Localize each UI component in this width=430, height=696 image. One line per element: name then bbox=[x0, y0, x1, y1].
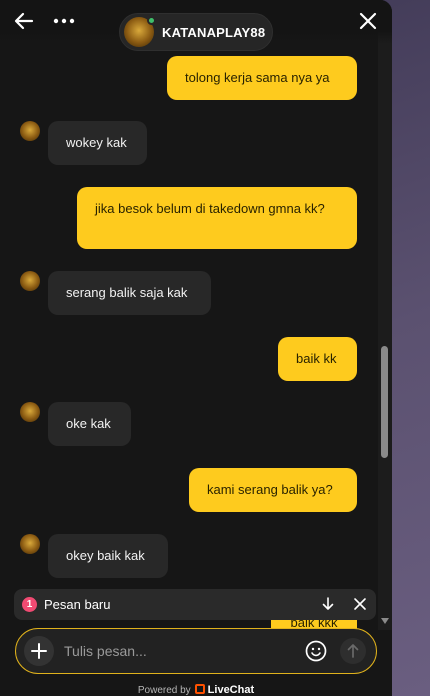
message-text: tolong kerja sama nya ya bbox=[185, 70, 330, 85]
add-attachment-button[interactable] bbox=[24, 636, 54, 666]
message-text: baik kk bbox=[296, 351, 337, 366]
close-icon[interactable] bbox=[356, 9, 380, 33]
agent-avatar bbox=[20, 271, 40, 291]
message-input[interactable] bbox=[64, 639, 294, 663]
message-text: serang balik saja kak bbox=[66, 285, 188, 300]
message-text: wokey kak bbox=[66, 135, 127, 150]
new-message-toast[interactable]: 1 Pesan baru bbox=[14, 589, 376, 620]
visitor-message: tolong kerja sama nya ya bbox=[167, 56, 357, 100]
visitor-message: jika besok belum di takedown gmna kk? bbox=[77, 187, 357, 249]
arrow-left-icon[interactable] bbox=[12, 9, 36, 33]
message-composer bbox=[15, 628, 377, 674]
livechat-logo-icon bbox=[194, 684, 205, 694]
visitor-message: baik kk bbox=[278, 337, 357, 381]
agent-info[interactable]: KATANAPLAY88 bbox=[119, 13, 273, 51]
close-icon[interactable] bbox=[352, 596, 368, 612]
arrow-up-icon bbox=[347, 644, 359, 658]
plus-icon bbox=[31, 643, 47, 659]
message-text: jika besok belum di takedown gmna kk? bbox=[95, 201, 325, 216]
message-text: oke kak bbox=[66, 416, 111, 431]
arrow-down-icon[interactable] bbox=[320, 596, 336, 612]
livechat-brand[interactable]: LiveChat bbox=[208, 684, 254, 696]
online-status-dot bbox=[147, 16, 156, 25]
agent-message: okey baik kak bbox=[48, 534, 168, 578]
agent-avatar bbox=[20, 121, 40, 141]
message-text: kami serang balik ya? bbox=[207, 482, 333, 497]
agent-avatar bbox=[20, 534, 40, 554]
visitor-message: kami serang balik ya? bbox=[189, 468, 357, 512]
emoji-icon[interactable] bbox=[304, 639, 328, 663]
chat-header: KATANAPLAY88 bbox=[0, 0, 392, 51]
unread-count-badge: 1 bbox=[22, 597, 37, 612]
agent-avatar bbox=[20, 402, 40, 422]
chat-widget: tolong kerja sama nya ya wokey kak jika … bbox=[0, 0, 392, 696]
message-text: okey baik kak bbox=[66, 548, 145, 563]
avatar bbox=[124, 16, 156, 47]
agent-message: serang balik saja kak bbox=[48, 271, 211, 315]
message-list[interactable]: tolong kerja sama nya ya wokey kak jika … bbox=[0, 0, 378, 632]
new-message-label: Pesan baru bbox=[44, 597, 111, 612]
powered-by-footer: Powered by LiveChat bbox=[0, 684, 392, 696]
agent-message: wokey kak bbox=[48, 121, 147, 165]
scroll-down-arrow-icon[interactable] bbox=[380, 617, 390, 625]
send-button[interactable] bbox=[340, 638, 366, 664]
agent-name: KATANAPLAY88 bbox=[162, 24, 266, 40]
powered-by-text: Powered by bbox=[137, 685, 191, 696]
scrollbar-thumb[interactable] bbox=[381, 346, 388, 458]
agent-message: oke kak bbox=[48, 402, 131, 446]
scrollbar-track[interactable] bbox=[378, 0, 392, 630]
more-dots-icon[interactable] bbox=[52, 10, 76, 32]
